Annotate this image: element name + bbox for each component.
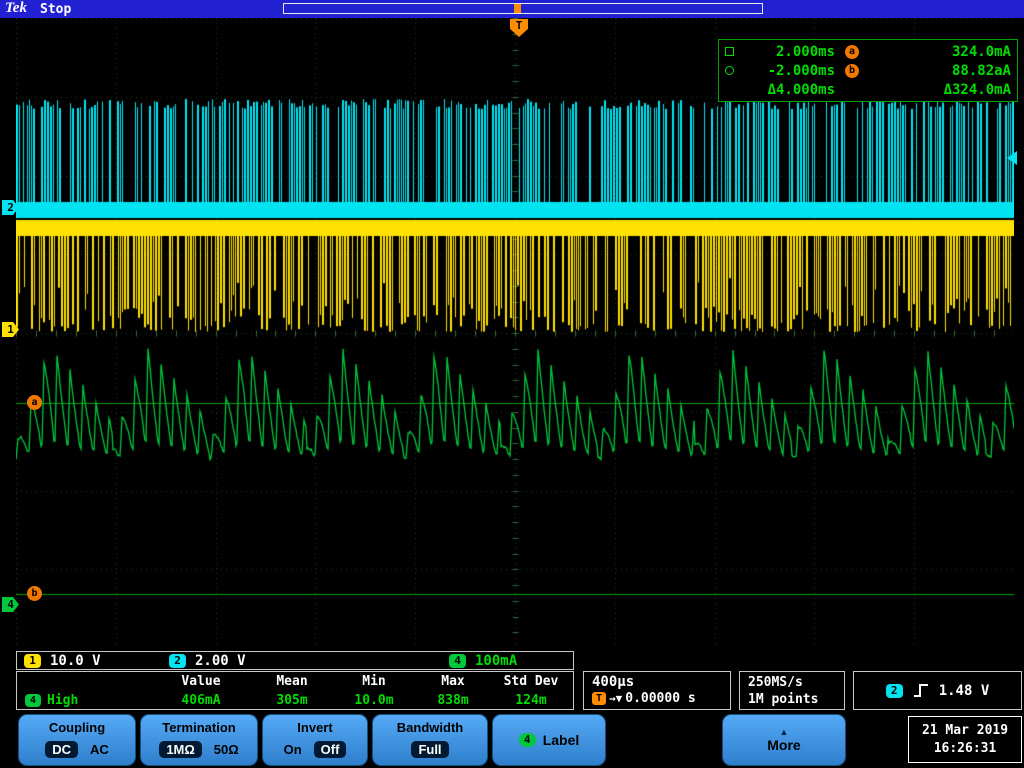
coupling-title: Coupling xyxy=(48,720,106,735)
cursor-b-badge: b xyxy=(845,63,859,78)
cursor-readout-panel: 2.000ms a 324.0mA -2.000ms b 88.82aA Δ4.… xyxy=(718,39,1018,102)
channel2-scale: 2.00 V xyxy=(195,653,246,669)
cursor-a-time: 2.000ms xyxy=(775,43,835,60)
measurement-header-stddev: Std Dev xyxy=(503,674,559,689)
bandwidth-title: Bandwidth xyxy=(396,720,464,735)
cursor-b-value: 88.82aA xyxy=(951,62,1011,79)
cursor-a-value: 324.0mA xyxy=(951,43,1011,60)
termination-option-1mohm[interactable]: 1MΩ xyxy=(159,741,202,758)
measurement-table: Value Mean Min Max Std Dev 4 High 406mA … xyxy=(16,671,574,710)
cursor-b-time: -2.000ms xyxy=(767,62,835,79)
measurement-value: 406mA xyxy=(181,693,221,708)
record-view-bar[interactable] xyxy=(283,3,763,14)
header-bar: Tek Stop xyxy=(0,0,1024,18)
cursor-delta-time: Δ4.000ms xyxy=(767,81,835,98)
more-text: More xyxy=(767,737,801,753)
measurement-channel-badge: 4 xyxy=(25,694,41,707)
tek-logo: Tek xyxy=(5,0,27,16)
channel1-scale: 10.0 V xyxy=(50,653,101,669)
measurement-header-min: Min xyxy=(362,674,386,689)
measurement-source: 4 High xyxy=(17,691,153,710)
bandwidth-option-full[interactable]: Full xyxy=(411,741,449,758)
menu-button-label[interactable]: 4 Label xyxy=(492,714,606,766)
more-up-arrow-icon: ▲ xyxy=(779,727,789,737)
invert-option-off[interactable]: Off xyxy=(313,741,347,758)
record-trigger-position-marker[interactable] xyxy=(514,4,521,13)
measurement-header-mean: Mean xyxy=(276,674,308,689)
label-text: Label xyxy=(542,732,580,748)
measurement-mean: 305m xyxy=(276,693,308,708)
timebase-readout: 400µs T →▼ 0.00000 s xyxy=(583,671,731,710)
cursor-delta-value: Δ324.0mA xyxy=(943,81,1011,98)
channel4-badge[interactable]: 4 xyxy=(449,654,466,668)
time-text: 16:26:31 xyxy=(933,740,997,756)
acquisition-readout: 250MS/s 1M points xyxy=(739,671,845,710)
channel2-badge[interactable]: 2 xyxy=(169,654,186,668)
invert-title: Invert xyxy=(297,720,333,735)
cursor-readout-row-a: 2.000ms a 324.0mA xyxy=(725,42,1011,61)
oscilloscope-screen: Tek Stop T 2 1 4 a b 2.000ms a 324.0mA -… xyxy=(0,0,1024,768)
timebase-position: 0.00000 s xyxy=(625,691,696,706)
invert-option-on[interactable]: On xyxy=(284,742,302,757)
channel-scale-readout: 1 10.0 V 2 2.00 V 4 100mA xyxy=(16,651,574,670)
record-length: 1M points xyxy=(748,692,819,707)
menu-button-more[interactable]: ▲ More xyxy=(722,714,846,766)
cursor-readout-row-delta: Δ4.000ms Δ324.0mA xyxy=(725,80,1011,99)
menu-button-bandwidth[interactable]: Bandwidth Full xyxy=(372,714,488,766)
waveform-display xyxy=(16,18,1014,648)
termination-title: Termination xyxy=(162,720,236,735)
menu-button-coupling[interactable]: Coupling DC AC xyxy=(18,714,136,766)
measurement-name: High xyxy=(47,693,79,708)
measurement-header-max: Max xyxy=(441,674,465,689)
sample-rate: 250MS/s xyxy=(748,675,803,690)
trigger-position-arrow-icon: →▼ xyxy=(609,692,623,705)
menu-button-termination[interactable]: Termination 1MΩ 50Ω xyxy=(140,714,258,766)
measurement-stddev: 124m xyxy=(515,693,547,708)
cursor-a-marker[interactable]: a xyxy=(27,395,42,410)
square-cursor-icon xyxy=(725,47,743,56)
trigger-t-icon: T xyxy=(592,692,606,705)
trigger-level-arrow-icon[interactable] xyxy=(1007,151,1017,165)
timebase-scale: 400µs xyxy=(592,674,635,690)
rising-edge-icon xyxy=(913,684,928,697)
measurement-header-value: Value xyxy=(181,674,221,689)
cursor-readout-row-b: -2.000ms b 88.82aA xyxy=(725,61,1011,80)
coupling-option-dc[interactable]: DC xyxy=(45,741,78,758)
label-channel-badge: 4 xyxy=(518,733,536,747)
cursor-b-marker[interactable]: b xyxy=(27,586,42,601)
measurement-min: 10.0m xyxy=(354,693,394,708)
cursor-a-badge: a xyxy=(845,44,859,59)
date-text: 21 Mar 2019 xyxy=(921,722,1009,738)
menu-button-invert[interactable]: Invert On Off xyxy=(262,714,368,766)
trigger-source-badge: 2 xyxy=(885,683,903,698)
circle-cursor-icon xyxy=(725,66,743,75)
measurement-max: 838m xyxy=(437,693,469,708)
trigger-level: 1.48 V xyxy=(938,682,990,699)
trigger-readout: 2 1.48 V xyxy=(853,671,1022,710)
acquisition-status: Stop xyxy=(40,2,72,17)
termination-option-50ohm[interactable]: 50Ω xyxy=(214,742,239,757)
channel1-badge[interactable]: 1 xyxy=(24,654,41,668)
coupling-option-ac[interactable]: AC xyxy=(90,742,109,757)
channel4-scale: 100mA xyxy=(475,653,518,669)
datetime-display: 21 Mar 2019 16:26:31 xyxy=(908,716,1022,763)
